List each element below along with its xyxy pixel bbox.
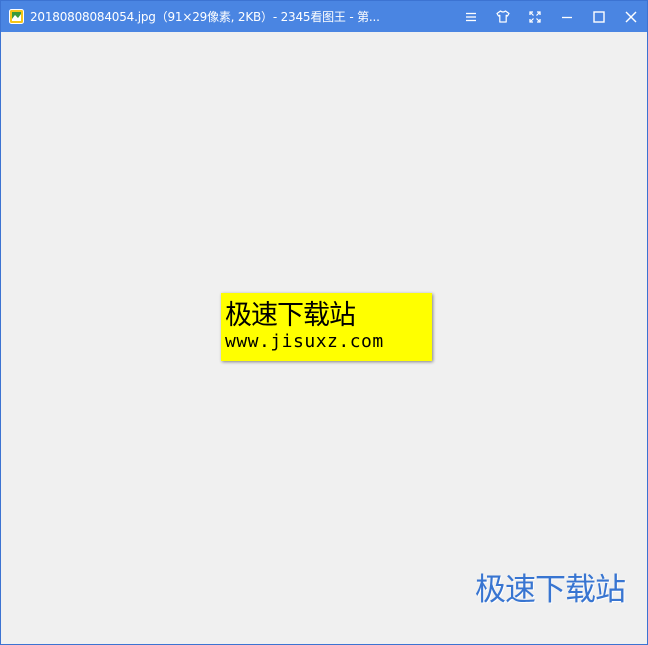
menu-button[interactable] [455, 1, 487, 32]
image-text-url: www.jisuxz.com [225, 331, 384, 352]
displayed-image[interactable]: 极速下载站 www.jisuxz.com [221, 293, 432, 361]
watermark-logo: 极速下载站 [475, 572, 626, 608]
image-viewer-window: 20180808084054.jpg（91×29像素, 2KB）- 2345看图… [0, 0, 648, 645]
minimize-button[interactable] [551, 1, 583, 32]
menu-icon [465, 11, 477, 23]
skin-icon [496, 10, 510, 23]
close-button[interactable] [615, 1, 647, 32]
window-title: 20180808084054.jpg（91×29像素, 2KB）- 2345看图… [30, 10, 380, 24]
image-viewer-app-icon [9, 9, 24, 24]
maximize-button[interactable] [583, 1, 615, 32]
skin-button[interactable] [487, 1, 519, 32]
maximize-icon [593, 10, 605, 23]
minimize-icon [561, 11, 573, 23]
image-canvas[interactable]: 极速下载站 www.jisuxz.com [1, 32, 647, 644]
image-text-title: 极速下载站 [225, 300, 356, 331]
window-controls [455, 1, 647, 32]
fullscreen-icon [529, 10, 541, 23]
title-bar[interactable]: 20180808084054.jpg（91×29像素, 2KB）- 2345看图… [1, 1, 647, 32]
fullscreen-button[interactable] [519, 1, 551, 32]
close-icon [625, 11, 637, 23]
